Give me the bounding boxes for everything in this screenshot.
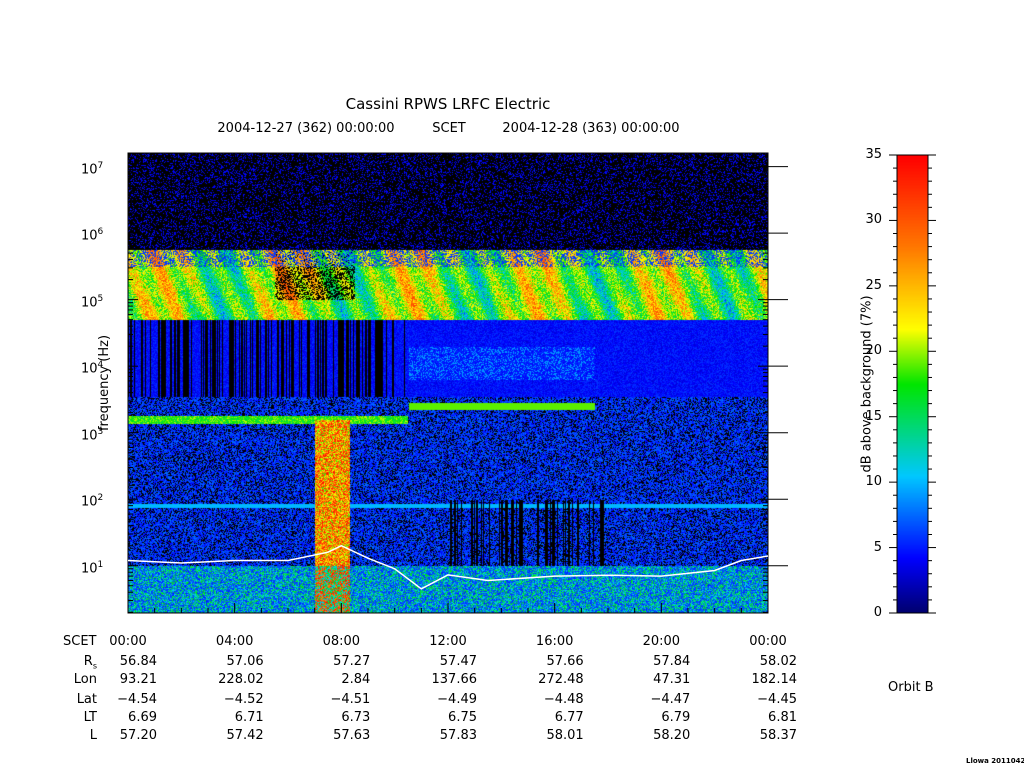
x-tick-label: 20:00 [642,634,681,649]
ephemeris-value: 57.06 [226,654,264,669]
colorbar-tick-label: 0 [873,605,882,620]
ephemeris-value: −4.49 [437,692,477,707]
colorbar-tick-label: 10 [865,474,882,490]
colorbar-tick-label: 20 [865,343,882,359]
ephemeris-value: 272.48 [538,672,584,687]
ephemeris-value: 6.71 [234,710,264,725]
ephemeris-label-rs: Rs [83,654,97,671]
x-tick-label: 00:00 [749,634,787,649]
ephemeris-label: L [89,728,97,743]
x-tick-label: 00:00 [109,634,147,649]
colorbar-tick-label: 15 [865,408,882,424]
ephemeris-value: 57.83 [439,728,477,743]
ephemeris-value: −4.45 [757,692,797,707]
ephemeris-value: 58.20 [653,728,691,743]
ephemeris-value: 57.20 [119,728,157,743]
y-tick-exponent: 2 [97,493,104,504]
x-tick-label: 04:00 [215,634,254,649]
colorbar-tick-label: 25 [865,277,882,293]
ephemeris-value: 6.75 [448,710,477,725]
ephemeris-value: 58.01 [546,728,584,743]
ephemeris-value: 2.84 [341,672,371,687]
orbit-label: Orbit B [888,680,934,695]
x-tick-label: 16:00 [535,634,574,649]
ephemeris-value: 6.73 [341,710,371,725]
ephemeris-value: −4.51 [330,692,371,707]
colorbar-frame [896,154,929,614]
ephemeris-label: Lat [76,692,97,707]
y-tick-label: 106 [81,227,104,244]
ephemeris-value: 57.63 [333,728,371,743]
fce-line [127,544,769,590]
ephemeris-label: SCET [63,634,97,649]
y-tick-exponent: 1 [97,559,104,570]
y-tick-label: 105 [81,293,104,310]
ephemeris-label: LT [83,710,97,725]
ephemeris-value: 58.37 [759,728,797,743]
y-tick-exponent: 4 [97,360,104,371]
ephemeris-value: −4.54 [117,692,157,707]
x-tick-label: 08:00 [322,634,361,649]
ephemeris-value: 57.42 [226,728,264,743]
ephemeris-label: Lon [73,672,97,687]
credit-label: Llowa 20110426 [966,757,1024,765]
y-tick-exponent: 5 [97,293,104,304]
plot-frame [127,152,769,614]
ephemeris-value: 56.84 [119,654,157,669]
y-tick-exponent: 3 [97,426,104,437]
ephemeris-value: 228.02 [218,672,264,687]
y-tick-exponent: 6 [97,227,104,238]
colorbar-tick-label: 35 [865,147,882,162]
ephemeris-value: 137.66 [431,672,478,687]
x-tick-label: 12:00 [429,634,467,649]
colorbar-tick-label: 30 [865,212,882,228]
y-tick-label: 102 [81,493,104,510]
ephemeris-value: 57.84 [653,654,691,669]
ephemeris-value: 58.02 [759,654,797,669]
y-tick-label: 101 [81,559,104,577]
colorbar-tick-label: 5 [873,539,882,555]
y-tick-label: 103 [81,426,104,444]
y-tick-label: 107 [81,160,104,177]
spectrogram-figure: Cassini RPWS LRFC Electric 2004-12-27 (3… [0,0,1024,768]
ephemeris-value: 57.66 [546,654,584,669]
ephemeris-value: 93.21 [119,672,157,687]
y-tick-label: 104 [81,360,104,377]
ephemeris-value: −4.47 [650,692,691,707]
ephemeris-value: 6.79 [661,710,691,725]
ephemeris-value: 47.31 [653,672,691,687]
ephemeris-value: 6.77 [554,710,584,725]
ephemeris-value: 6.81 [768,710,797,725]
ephemeris-value: 57.27 [333,654,371,669]
ephemeris-value: 182.14 [751,672,798,687]
y-tick-exponent: 7 [97,160,104,171]
ephemeris-value: 57.47 [439,654,477,669]
axes-overlay [127,152,936,614]
ephemeris-value: 6.69 [128,710,157,725]
ephemeris-value: −4.52 [223,692,264,707]
ephemeris-value: −4.48 [543,692,584,707]
